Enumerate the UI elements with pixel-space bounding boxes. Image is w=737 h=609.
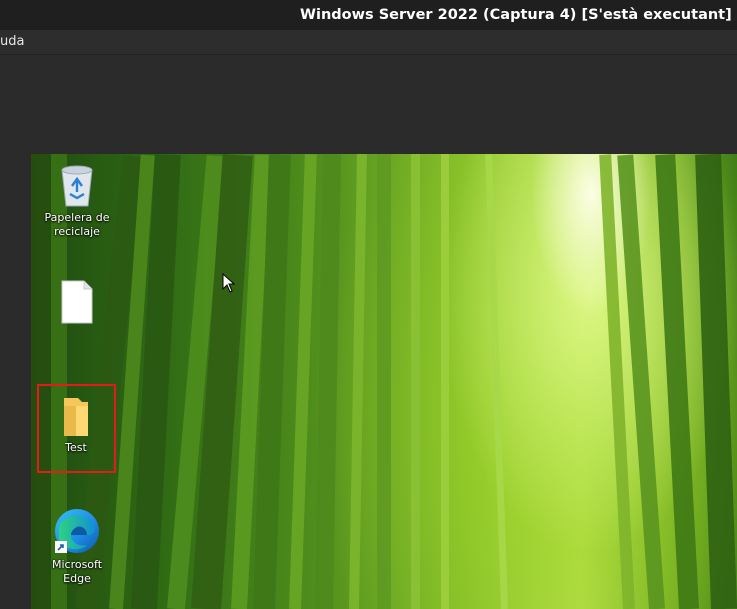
mouse-pointer-icon: [222, 273, 236, 293]
guest-desktop[interactable]: Papelera de reciclaje Test Microsoft Edg…: [31, 154, 737, 609]
desktop-icon-microsoft-edge[interactable]: Microsoft Edge: [37, 507, 117, 586]
desktop-icon-file[interactable]: [37, 280, 117, 327]
microsoft-edge-icon: [55, 509, 99, 553]
recycle-bin-icon: [61, 165, 93, 207]
desktop-icon-recycle-bin[interactable]: Papelera de reciclaje: [37, 162, 117, 239]
menu-bar: uda: [0, 30, 737, 55]
microsoft-edge-label: Microsoft Edge: [51, 558, 103, 585]
desktop-icon-test-folder[interactable]: Test: [36, 396, 116, 455]
window-title: Windows Server 2022 (Captura 4) [S'està …: [300, 7, 737, 23]
blank-document-icon: [61, 280, 93, 324]
menu-item-help[interactable]: uda: [0, 30, 24, 54]
bamboo-wallpaper: [31, 154, 737, 609]
test-folder-label: Test: [65, 441, 87, 454]
recycle-bin-label: Papelera de reciclaje: [44, 211, 110, 238]
folder-icon: [64, 398, 88, 436]
window-title-bar[interactable]: Windows Server 2022 (Captura 4) [S'està …: [0, 0, 737, 30]
